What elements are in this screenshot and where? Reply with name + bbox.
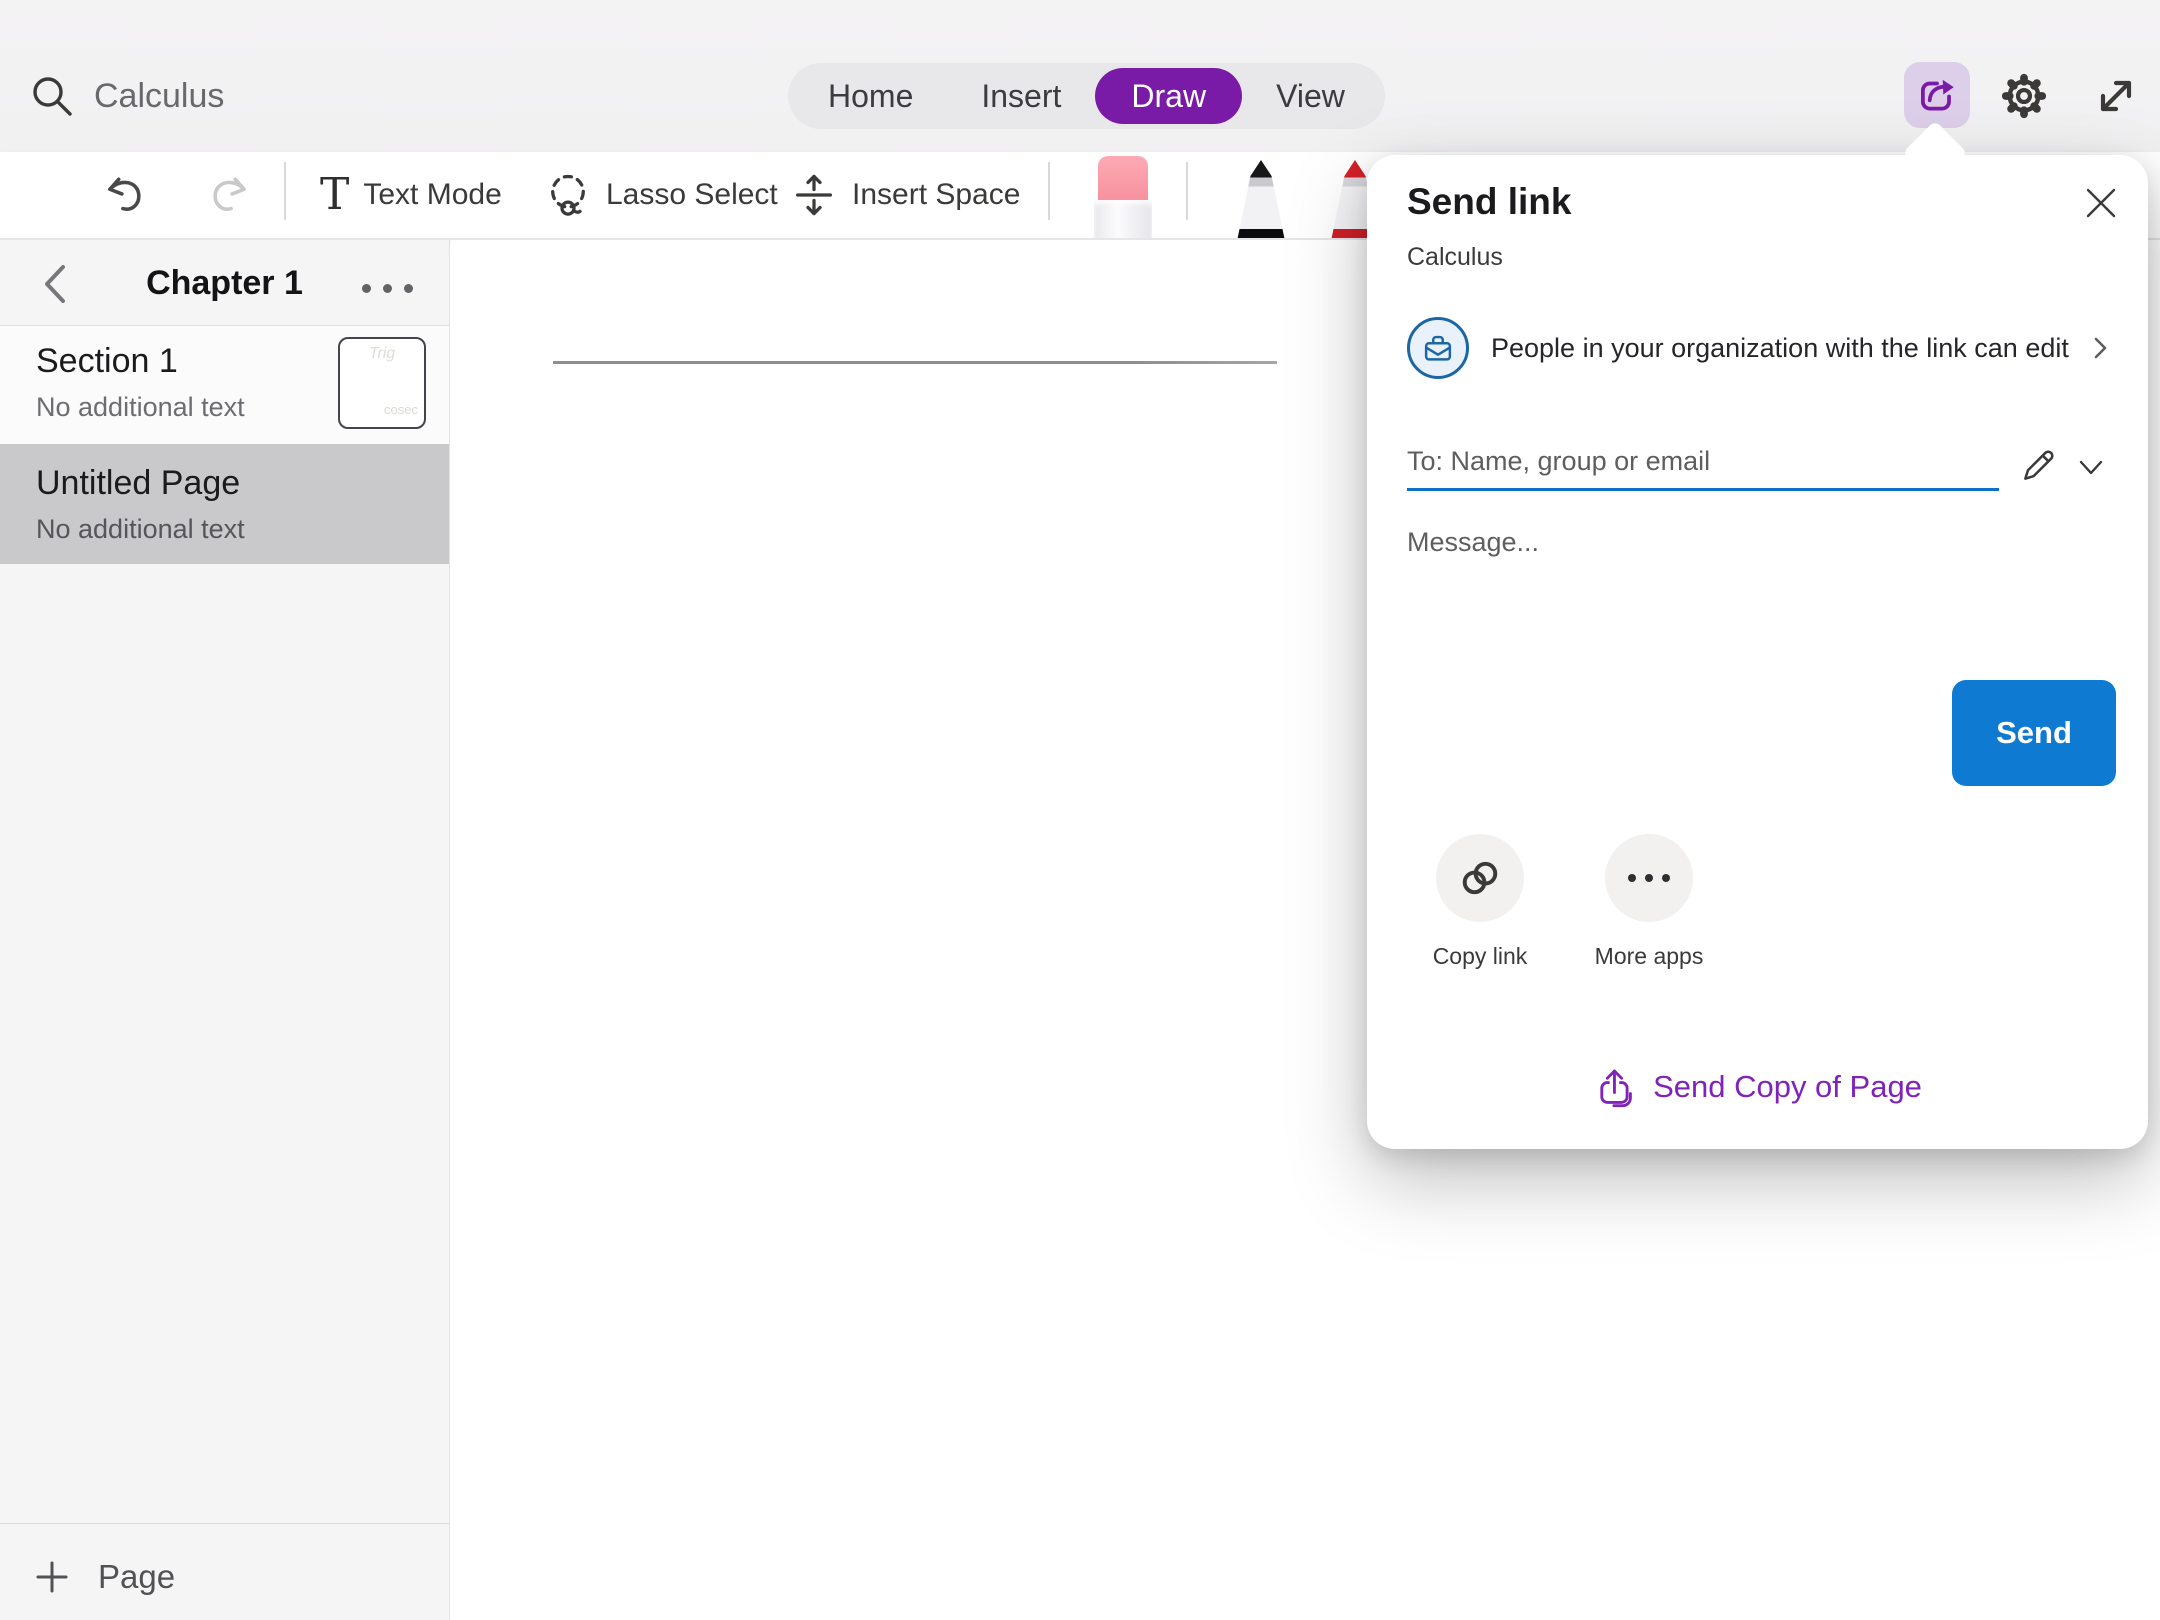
send-button[interactable]: Send (1952, 680, 2116, 786)
message-input[interactable] (1407, 527, 2007, 767)
page-list-item[interactable]: Section 1 No additional text Trig cosec (0, 326, 449, 444)
ribbon-tabs: Home Insert Draw View (788, 63, 1385, 129)
lasso-label: Lasso Select (606, 178, 778, 212)
insert-space-button[interactable]: Insert Space (790, 152, 1020, 238)
page-title: Untitled Page (36, 464, 240, 503)
organization-briefcase-icon (1407, 317, 1469, 379)
gear-icon (1998, 70, 2050, 122)
send-copy-label: Send Copy of Page (1653, 1069, 1922, 1105)
dialog-subtitle: Calculus (1407, 243, 1503, 272)
toolbar-divider (1048, 162, 1050, 220)
eraser-tool[interactable] (1094, 156, 1152, 240)
edit-permission-button[interactable] (2015, 441, 2063, 489)
fullscreen-button[interactable] (2088, 68, 2144, 124)
more-apps-button[interactable] (1605, 834, 1693, 922)
dialog-title: Send link (1407, 181, 1571, 223)
toolbar-divider (284, 162, 286, 220)
section-more-button[interactable] (362, 284, 413, 293)
lasso-icon (544, 171, 592, 219)
page-list-sidebar: Chapter 1 Section 1 No additional text T… (0, 240, 450, 1620)
toolbar-divider (1186, 162, 1188, 220)
page-subtitle: No additional text (36, 514, 245, 545)
black-pen-tool[interactable] (1228, 160, 1294, 240)
copy-link-button[interactable] (1436, 834, 1524, 922)
page-title: Section 1 (36, 342, 178, 381)
text-mode-button[interactable]: T Text Mode (320, 152, 502, 238)
add-page-button[interactable]: Page (0, 1535, 449, 1619)
eraser-body (1094, 200, 1152, 240)
plus-icon (34, 1559, 70, 1595)
search-icon (28, 72, 76, 120)
thumbnail-handwriting: Trig (340, 345, 424, 363)
settings-button[interactable] (1996, 68, 2052, 124)
page-title-underline (553, 361, 1277, 364)
undo-button[interactable] (100, 152, 150, 238)
share-upload-icon (1593, 1065, 1637, 1109)
divider (0, 1523, 449, 1524)
page-list-item-selected[interactable]: Untitled Page No additional text (0, 444, 449, 564)
redo-button[interactable] (204, 152, 254, 238)
text-mode-label: Text Mode (363, 178, 501, 212)
permission-text: People in your organization with the lin… (1491, 333, 2069, 364)
tab-home[interactable]: Home (794, 63, 947, 129)
ellipsis-icon (1628, 874, 1670, 882)
close-button[interactable] (2073, 175, 2129, 231)
link-permissions-button[interactable]: People in your organization with the lin… (1407, 313, 2109, 383)
link-icon (1456, 854, 1504, 902)
send-copy-of-page-button[interactable]: Send Copy of Page (1367, 1057, 2148, 1117)
search-notebook-label: Calculus (94, 77, 224, 116)
to-recipients-input[interactable] (1407, 435, 1999, 491)
add-page-label: Page (98, 1558, 175, 1596)
recipient-options-button[interactable] (2071, 451, 2111, 485)
lasso-select-button[interactable]: Lasso Select (544, 152, 778, 238)
text-mode-icon: T (320, 173, 349, 217)
page-thumbnail: Trig cosec (338, 337, 426, 429)
expand-icon (2090, 70, 2142, 122)
pencil-icon (2018, 444, 2060, 486)
more-apps-label: More apps (1565, 943, 1733, 970)
insert-space-icon (790, 171, 838, 219)
undo-icon (100, 172, 150, 218)
close-icon (2083, 185, 2119, 221)
tab-view[interactable]: View (1242, 63, 1379, 129)
send-link-dialog: Send link Calculus People in your organi… (1367, 155, 2148, 1149)
notebook-search[interactable]: Calculus (28, 72, 224, 120)
chevron-down-icon (2077, 458, 2105, 478)
tab-insert[interactable]: Insert (947, 63, 1095, 129)
share-icon (1914, 72, 1960, 118)
thumbnail-handwriting: cosec (384, 402, 418, 417)
chevron-right-icon (2091, 334, 2109, 362)
page-subtitle: No additional text (36, 392, 245, 423)
redo-icon (204, 172, 254, 218)
share-button[interactable] (1904, 62, 1970, 128)
insert-space-label: Insert Space (852, 178, 1020, 212)
copy-link-label: Copy link (1396, 943, 1564, 970)
tab-draw[interactable]: Draw (1095, 68, 1242, 124)
eraser-cap (1098, 156, 1148, 206)
